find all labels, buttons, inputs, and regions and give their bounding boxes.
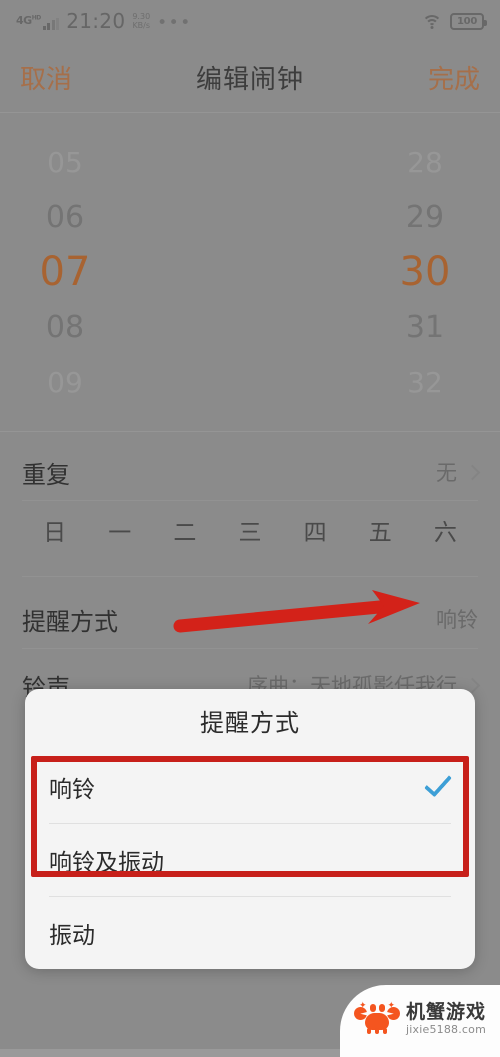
done-button[interactable]: 完成 xyxy=(428,59,480,96)
weekday-saturday[interactable]: 六 xyxy=(413,513,478,547)
dialog-option-label: 响铃及振动 xyxy=(49,850,164,876)
row-divider xyxy=(22,576,478,577)
row-divider xyxy=(22,648,478,649)
dialog-option-label: 振动 xyxy=(49,923,95,949)
minute-option[interactable]: 32 xyxy=(250,355,500,410)
hour-wheel[interactable]: 05 06 07 08 09 xyxy=(0,113,250,431)
minute-option[interactable]: 28 xyxy=(250,135,500,190)
wifi-icon xyxy=(422,14,442,29)
repeat-row[interactable]: 重复 无 xyxy=(0,444,500,500)
status-bar-clock: 21:20 xyxy=(66,9,126,33)
signal-bars-icon: 4GHD xyxy=(16,15,60,31)
nav-back-button[interactable] xyxy=(0,1049,167,1057)
crab-logo-icon: ✦ ✦ xyxy=(354,1001,400,1037)
chevron-right-icon xyxy=(464,464,481,480)
page-title: 编辑闹钟 xyxy=(195,64,304,95)
weekday-sunday[interactable]: 日 xyxy=(22,513,87,547)
red-arrow-icon xyxy=(173,590,420,633)
reminder-method-value: 响铃 xyxy=(436,608,478,632)
overflow-dots-icon: ••• xyxy=(157,13,192,33)
watermark-site-name: 机蟹游戏 xyxy=(406,1001,487,1023)
reminder-method-dialog: 提醒方式 响铃 响铃及振动 振动 xyxy=(25,689,475,969)
hour-option[interactable]: 09 xyxy=(0,355,250,410)
hour-option[interactable]: 08 xyxy=(0,300,250,355)
dialog-title: 提醒方式 xyxy=(200,708,300,737)
nav-home-button[interactable] xyxy=(167,1049,334,1057)
battery-icon: 100 xyxy=(450,12,487,30)
dialog-option-ring-and-vibrate[interactable]: 响铃及振动 xyxy=(25,824,475,896)
status-bar-left: 4GHD 21:20 9.30 KB/s ••• xyxy=(16,9,422,33)
status-bar: 4GHD 21:20 9.30 KB/s ••• 100 xyxy=(0,0,500,42)
repeat-label: 重复 xyxy=(22,460,70,489)
weekday-friday[interactable]: 五 xyxy=(348,513,413,547)
minute-option-selected[interactable]: 30 xyxy=(250,245,500,300)
watermark-site-url: jixie5188.com xyxy=(406,1023,487,1036)
battery-level-label: 100 xyxy=(457,15,477,27)
checkmark-icon xyxy=(424,768,452,798)
hour-option[interactable]: 06 xyxy=(0,190,250,245)
network-speed-unit: KB/s xyxy=(132,21,151,30)
hour-option-selected[interactable]: 07 xyxy=(0,245,250,300)
status-bar-right: 100 xyxy=(422,12,487,30)
minute-option[interactable]: 29 xyxy=(250,190,500,245)
navigation-bar: 取消 编辑闹钟 完成 xyxy=(0,42,500,112)
weekday-thursday[interactable]: 四 xyxy=(283,513,348,547)
time-picker[interactable]: 05 06 07 08 09 28 29 30 31 32 xyxy=(0,113,500,431)
network-speed-value: 9.30 xyxy=(132,12,151,21)
weekday-selector[interactable]: 日 一 二 三 四 五 六 xyxy=(0,500,500,560)
cancel-button[interactable]: 取消 xyxy=(20,59,72,96)
network-type-label: 4G xyxy=(16,14,32,27)
repeat-value: 无 xyxy=(436,461,457,485)
weekday-monday[interactable]: 一 xyxy=(87,513,152,547)
minute-wheel[interactable]: 28 29 30 31 32 xyxy=(250,113,500,431)
dialog-option-ring[interactable]: 响铃 xyxy=(25,751,475,823)
dialog-option-label: 响铃 xyxy=(49,777,95,803)
signal-strength-icon xyxy=(42,18,60,30)
weekday-wednesday[interactable]: 三 xyxy=(217,513,282,547)
weekday-tuesday[interactable]: 二 xyxy=(152,513,217,547)
hour-option[interactable]: 05 xyxy=(0,135,250,190)
minute-option[interactable]: 31 xyxy=(250,300,500,355)
site-watermark: ✦ ✦ 机蟹游戏 jixie5188.com xyxy=(340,985,500,1057)
network-hd-label: HD xyxy=(31,14,42,22)
dialog-option-vibrate[interactable]: 振动 xyxy=(25,897,475,969)
picker-divider xyxy=(0,431,500,432)
reminder-method-label: 提醒方式 xyxy=(22,607,118,636)
network-speed-indicator: 9.30 KB/s xyxy=(132,12,150,30)
